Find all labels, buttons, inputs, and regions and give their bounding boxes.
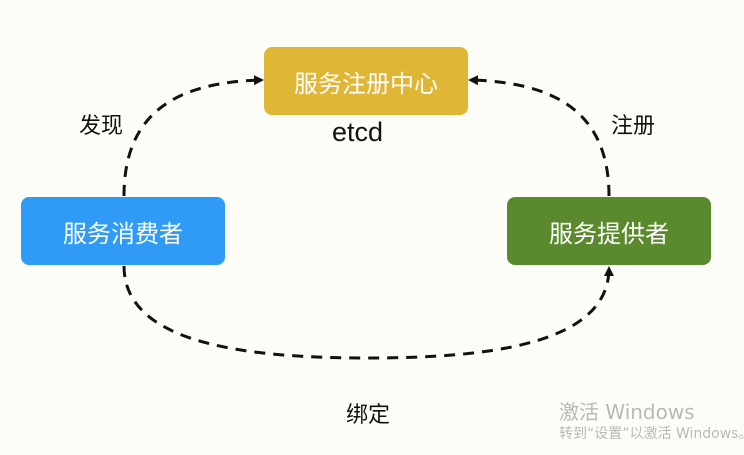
diagram-canvas: 服务注册中心 etcd 服务消费者 服务提供者 发现 注册 绑定 激活 Wind… bbox=[0, 0, 744, 455]
bind-arrow bbox=[122, 265, 614, 360]
registry-sublabel: etcd bbox=[332, 117, 384, 147]
discover-arrow bbox=[122, 75, 264, 197]
activation-watermark-title: 激活 Windows bbox=[559, 400, 695, 424]
register-edge-label: 注册 bbox=[611, 114, 656, 139]
provider-node: 服务提供者 bbox=[507, 197, 711, 265]
bind-edge-label: 绑定 bbox=[346, 403, 391, 428]
activation-watermark-subtitle: 转到“设置”以激活 Windows。 bbox=[559, 426, 744, 442]
register-arrow bbox=[468, 75, 611, 197]
consumer-node: 服务消费者 bbox=[21, 197, 225, 265]
discover-edge-label: 发现 bbox=[79, 114, 124, 139]
registry-node: 服务注册中心 bbox=[264, 47, 468, 115]
